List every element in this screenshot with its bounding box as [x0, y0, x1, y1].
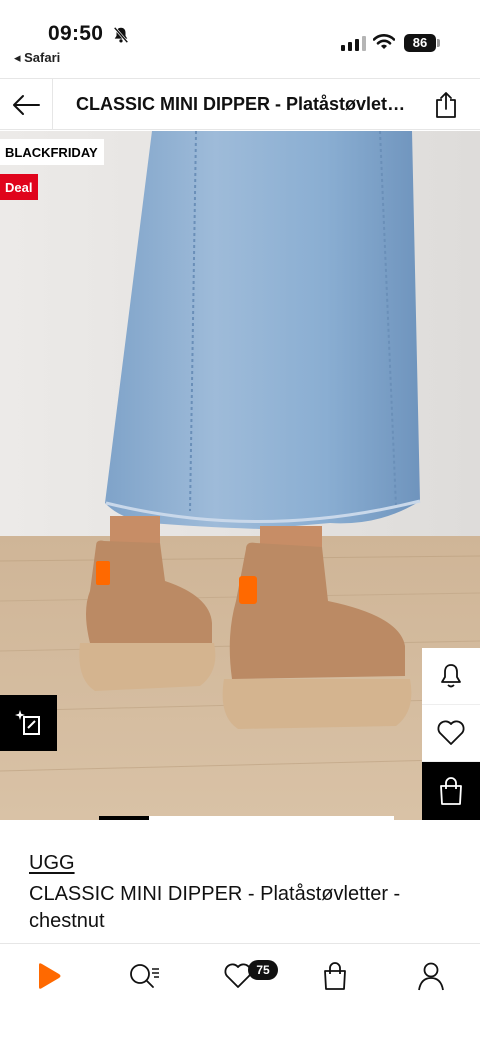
notify-button[interactable] — [422, 648, 480, 705]
share-button[interactable] — [426, 88, 466, 122]
bell-muted-icon — [113, 26, 129, 44]
sparkle-frame-icon — [14, 710, 40, 735]
tab-search[interactable] — [120, 956, 168, 996]
gallery-progress-fill — [99, 816, 150, 820]
tab-profile[interactable] — [407, 956, 455, 996]
status-bar: 09:50 ◂ Safari 86 — [0, 0, 480, 78]
tab-bag[interactable] — [311, 956, 359, 996]
status-time: 09:50 — [48, 22, 104, 45]
battery-level: 86 — [404, 34, 436, 52]
page-title: CLASSIC MINI DIPPER - Platåstøvletter - … — [76, 94, 406, 114]
product-name: CLASSIC MINI DIPPER - Platåstøvletter - … — [29, 883, 401, 932]
wishlist-count-badge: 75 — [248, 960, 278, 980]
share-icon — [436, 92, 456, 118]
add-to-bag-button[interactable] — [422, 762, 480, 820]
back-button[interactable] — [0, 79, 53, 130]
battery-tip — [437, 39, 440, 47]
profile-icon — [418, 962, 444, 991]
black-friday-badge: BLACKFRIDAY — [0, 139, 104, 165]
bell-icon — [441, 664, 461, 688]
arrow-left-icon — [13, 94, 40, 115]
tab-home[interactable] — [24, 956, 72, 996]
cellular-signal-icon — [341, 36, 366, 51]
bag-icon — [440, 777, 462, 805]
product-header: CLASSIC MINI DIPPER - Platåstøvletter - … — [0, 78, 480, 130]
virtual-try-on-button[interactable] — [0, 695, 57, 751]
deal-badge: Deal — [0, 174, 39, 200]
wishlist-button[interactable] — [422, 705, 480, 762]
product-image-gallery[interactable]: BLACKFRIDAY Deal — [0, 131, 480, 820]
back-to-safari-link[interactable]: ◂ Safari — [14, 50, 60, 66]
search-icon — [130, 964, 159, 988]
brand-link[interactable]: UGG — [29, 852, 75, 875]
gallery-progress-bar — [99, 816, 394, 820]
heart-icon — [437, 720, 465, 745]
home-icon — [39, 963, 61, 989]
bottom-tab-bar: 75 — [0, 943, 480, 1042]
wifi-icon — [373, 34, 395, 49]
bag-icon — [324, 962, 346, 990]
product-photo — [0, 131, 480, 820]
product-side-actions — [422, 648, 480, 820]
